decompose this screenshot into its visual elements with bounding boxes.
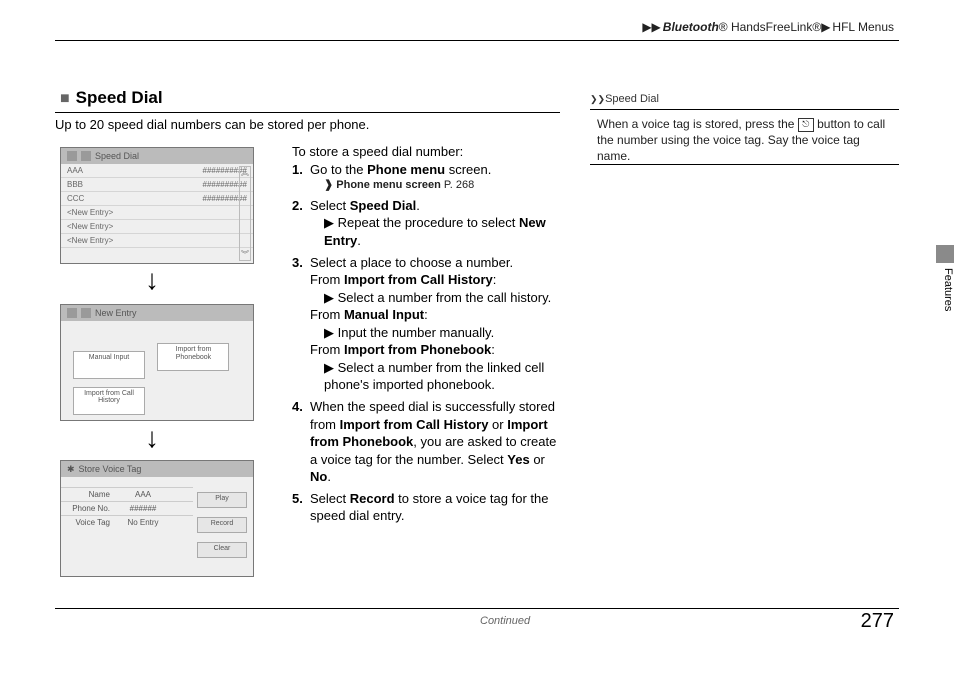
ui-new-entry: New Entry Manual Input Import from Phone… bbox=[60, 304, 254, 421]
arrow-down-icon: ↓ bbox=[145, 423, 159, 455]
voice-icon: ⎋ bbox=[798, 118, 814, 132]
section-rule bbox=[55, 112, 560, 113]
note-rule bbox=[590, 109, 899, 110]
lead-text: Up to 20 speed dial numbers can be store… bbox=[55, 117, 369, 132]
xref-link: ❱ Phone menu screen P. 268 bbox=[310, 178, 560, 193]
step-5: 5. Select Record to store a voice tag fo… bbox=[292, 490, 560, 525]
step-2: 2. Select Speed Dial. ▶ Repeat the proce… bbox=[292, 197, 560, 250]
continued-label: Continued bbox=[480, 615, 530, 627]
step-1: 1. Go to the Phone menu screen. ❱ Phone … bbox=[292, 161, 560, 193]
rule-bottom bbox=[55, 608, 899, 609]
note-body: When a voice tag is stored, press the ⎋ … bbox=[597, 116, 894, 165]
scrollbar: ︽ ︾ bbox=[239, 166, 251, 261]
import-callhistory-button: Import from Call History bbox=[73, 387, 145, 415]
section-title: ■Speed Dial bbox=[60, 88, 163, 108]
step-4: 4. When the speed dial is successfully s… bbox=[292, 398, 560, 486]
chevron-up-icon: ︽ bbox=[240, 167, 250, 178]
rule-top bbox=[55, 40, 899, 41]
chevron-down-icon: ︾ bbox=[240, 249, 250, 260]
ui-store-voice-tag: ✱Store Voice Tag NameAAA Phone No.######… bbox=[60, 460, 254, 577]
ui-speed-dial-list: Speed Dial AAA########## BBB########## C… bbox=[60, 147, 254, 264]
note-rule-bottom bbox=[590, 164, 899, 165]
breadcrumb: ▶▶Bluetooth® HandsFreeLink®▶HFL Menus bbox=[642, 20, 894, 34]
note-header: ❯❯Speed Dial bbox=[590, 93, 659, 105]
play-button: Play bbox=[197, 492, 247, 508]
step-3: 3. Select a place to choose a number. Fr… bbox=[292, 254, 560, 394]
manual-input-button: Manual Input bbox=[73, 351, 145, 379]
record-button: Record bbox=[197, 517, 247, 533]
arrow-down-icon: ↓ bbox=[145, 265, 159, 297]
clear-button: Clear bbox=[197, 542, 247, 558]
import-phonebook-button: Import from Phonebook bbox=[157, 343, 229, 371]
page-number: 277 bbox=[861, 610, 894, 633]
side-tab-features: Features bbox=[936, 260, 954, 320]
instruction-steps: To store a speed dial number: 1. Go to t… bbox=[292, 143, 560, 529]
